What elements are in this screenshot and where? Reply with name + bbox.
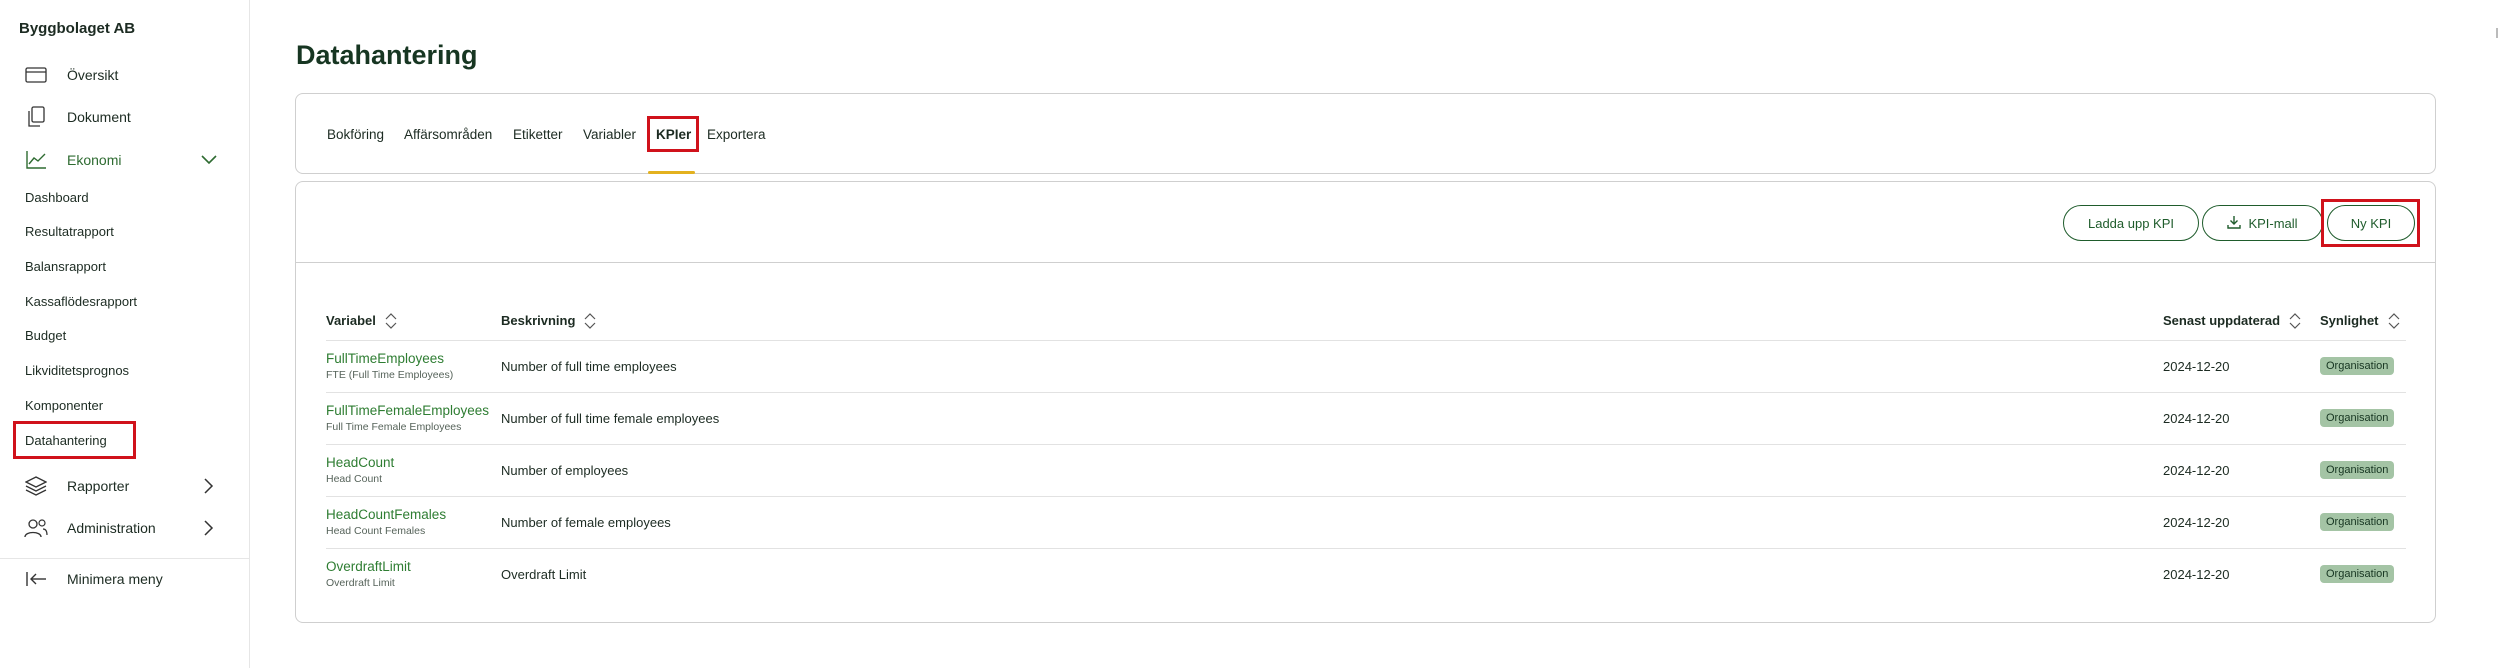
dashboard-icon — [24, 63, 48, 87]
kpi-card: Ladda upp KPI KPI-mall Ny KPI Variabel B… — [295, 181, 2436, 623]
sidebar-item-label: Dokument — [67, 109, 131, 125]
chevron-right-icon — [200, 477, 218, 495]
sidebar-item-administration[interactable]: Administration — [0, 508, 249, 548]
upload-kpi-button[interactable]: Ladda upp KPI — [2063, 205, 2199, 241]
variable-name-link[interactable]: FullTimeFemaleEmployees — [326, 403, 501, 418]
users-icon — [24, 516, 48, 540]
description-cell: Overdraft Limit — [501, 566, 587, 582]
toolbar-divider — [296, 262, 2435, 263]
chart-line-icon — [24, 148, 48, 172]
variable-name-link[interactable]: HeadCountFemales — [326, 507, 501, 522]
description-cell: Number of employees — [501, 444, 2163, 497]
column-header-description[interactable]: Beskrivning — [501, 302, 2163, 341]
variable-name-link[interactable]: OverdraftLimit — [326, 559, 501, 574]
kpi-table: Variabel Beskrivning Senast uppdaterad S… — [326, 302, 2406, 600]
chevron-down-icon — [200, 151, 218, 169]
variable-name-link[interactable]: HeadCount — [326, 455, 501, 470]
sidebar-item-dokument[interactable]: Dokument — [0, 97, 249, 137]
table-row[interactable]: FullTimeEmployees FTE (Full Time Employee… — [326, 340, 2406, 393]
sidebar-sub-balansrapport[interactable]: Balansrapport — [25, 257, 106, 277]
tab-bokforing[interactable]: Bokföring — [327, 94, 384, 175]
sidebar-item-label: Rapporter — [67, 478, 130, 494]
visibility-badge: Organisation — [2320, 461, 2395, 479]
highlight-box — [647, 116, 699, 152]
visibility-badge: Organisation — [2320, 565, 2395, 584]
table-row[interactable]: OverdraftLimit Overdraft Limit Overdraft … — [326, 548, 2406, 600]
sidebar-sub-kassaflodesrapport[interactable]: Kassaflödesrapport — [25, 292, 137, 312]
upload-kpi-label: Ladda upp KPI — [2087, 215, 2175, 231]
tab-variabler[interactable]: Variabler — [583, 94, 636, 175]
sidebar-sub-resultatrapport[interactable]: Resultatrapport — [25, 222, 114, 242]
variable-subtitle: Head Count — [326, 473, 383, 485]
scroll-edge-marker — [2496, 28, 2498, 38]
kpi-template-label: KPI-mall — [2248, 215, 2298, 231]
sidebar-sub-dashboard[interactable]: Dashboard — [25, 188, 89, 208]
sidebar: Byggbolaget AB Översikt Dokument Ekonomi… — [0, 0, 250, 668]
kpi-template-button[interactable]: KPI-mall — [2202, 205, 2323, 241]
highlight-box — [2321, 199, 2420, 247]
sort-icon — [2288, 312, 2302, 329]
column-header-updated[interactable]: Senast uppdaterad — [2163, 302, 2320, 341]
sidebar-item-label: Översikt — [67, 67, 119, 83]
column-header-variable[interactable]: Variabel — [326, 302, 501, 341]
table-row[interactable]: FullTimeFemaleEmployees Full Time Female … — [326, 392, 2406, 445]
tabs-card: Bokföring Affärsområden Etiketter Variab… — [295, 93, 2436, 174]
collapse-left-icon — [24, 567, 48, 591]
tab-exportera[interactable]: Exportera — [707, 94, 766, 175]
description-cell: Number of full time employees — [501, 340, 2163, 393]
documents-icon — [24, 105, 48, 129]
sidebar-item-ekonomi[interactable]: Ekonomi — [0, 140, 249, 180]
tab-affarsomraden[interactable]: Affärsområden — [404, 94, 492, 175]
table-row[interactable]: HeadCountFemales Head Count Females Numbe… — [326, 496, 2406, 549]
table-header-row: Variabel Beskrivning Senast uppdaterad S… — [326, 302, 2406, 341]
active-tab-indicator — [648, 171, 695, 174]
column-header-visibility[interactable]: Synlighet — [2320, 302, 2406, 341]
variable-name-link[interactable]: FullTimeEmployees — [326, 351, 501, 366]
page-title: Datahantering — [296, 40, 478, 70]
variable-subtitle: FTE (Full Time Employees) — [326, 369, 454, 381]
highlight-box — [13, 421, 136, 459]
sidebar-sub-komponenter[interactable]: Komponenter — [25, 396, 103, 416]
download-icon — [2227, 215, 2242, 232]
table-row[interactable]: HeadCount Head Count Number of employees … — [326, 444, 2406, 497]
updated-cell: 2024-12-20 — [2163, 444, 2320, 497]
visibility-badge: Organisation — [2320, 513, 2395, 531]
company-name: Byggbolaget AB — [19, 20, 136, 37]
variable-subtitle: Full Time Female Employees — [326, 421, 462, 433]
sidebar-item-oversikt[interactable]: Översikt — [0, 55, 249, 95]
minimize-menu-label: Minimera meny — [67, 571, 163, 587]
sidebar-sub-budget[interactable]: Budget — [25, 326, 66, 346]
sidebar-sub-likviditetsprognos[interactable]: Likviditetsprognos — [25, 361, 129, 381]
sort-icon — [384, 312, 398, 329]
sort-icon — [583, 312, 597, 329]
sidebar-item-label: Administration — [67, 520, 156, 536]
chevron-right-icon — [200, 519, 218, 537]
variable-subtitle: Head Count Females — [326, 525, 426, 537]
description-cell: Number of female employees — [501, 496, 2163, 549]
updated-cell: 2024-12-20 — [2163, 340, 2320, 393]
tab-etiketter[interactable]: Etiketter — [513, 94, 563, 175]
variable-subtitle: Overdraft Limit — [326, 577, 395, 590]
visibility-badge: Organisation — [2320, 409, 2395, 427]
layers-icon — [24, 474, 48, 498]
updated-cell: 2024-12-20 — [2163, 566, 2230, 582]
sidebar-item-label: Ekonomi — [67, 152, 122, 168]
updated-cell: 2024-12-20 — [2163, 496, 2320, 549]
visibility-badge: Organisation — [2320, 357, 2395, 375]
minimize-menu-button[interactable]: Minimera meny — [0, 559, 249, 599]
sort-icon — [2387, 312, 2401, 329]
sidebar-item-rapporter[interactable]: Rapporter — [0, 466, 249, 506]
description-cell: Number of full time female employees — [501, 392, 2163, 445]
updated-cell: 2024-12-20 — [2163, 392, 2320, 445]
